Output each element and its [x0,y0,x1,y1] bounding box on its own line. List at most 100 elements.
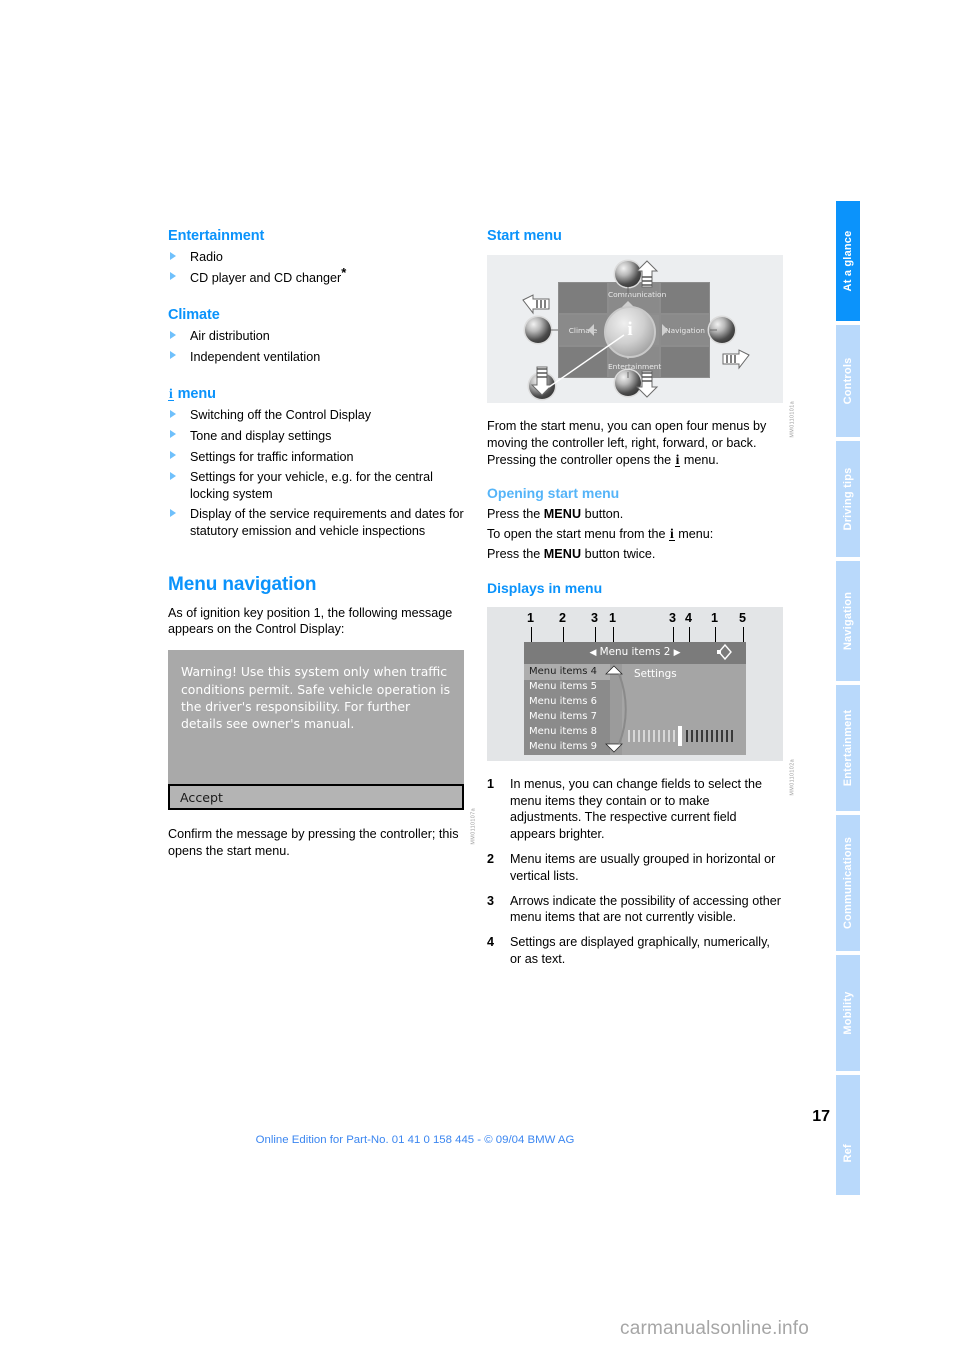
sidebar-tab-controls[interactable]: Controls [836,325,860,437]
triangle-bullet-icon [170,409,176,418]
list-item-label: CD player and CD changer [190,270,342,285]
callout-number: 2 [559,610,567,625]
line-text-a: Press the [487,546,544,561]
left-column: Entertainment Radio CD player and CD cha… [168,228,477,860]
list-item: Settings for traffic information [168,449,464,466]
callout-number: 1 [527,610,535,625]
list-item-label: Display of the service requirements and … [190,507,464,538]
callout-number: 3 [591,610,599,625]
list-item: Radio [168,249,464,266]
direction-arrows [522,260,750,398]
heading-opening-start-menu: Opening start menu [487,485,620,502]
sidebar-tab-driving-tips[interactable]: Driving tips [836,441,860,557]
item-number: 2 [487,851,495,866]
callout-number: 1 [711,610,719,625]
heading-start-menu: Start menu [487,228,562,244]
climate-list: Air distribution Independent ventilation [168,328,464,365]
line-text-b: button. [581,507,624,522]
sidebar-tab-at-a-glance[interactable]: At a glance [836,201,860,321]
triangle-bullet-icon [170,430,176,439]
section-tab-rail: At a glance Controls Driving tips Naviga… [836,201,860,1195]
list-item: Switching off the Control Display [168,407,464,424]
list-item: Air distribution [168,328,464,345]
item-text: In menus, you can change fields to selec… [510,776,763,842]
figure-code: MM0110107a [471,808,477,845]
list-item: Tone and display settings [168,428,464,445]
numbered-list-item: 4 Settings are displayed graphically, nu… [487,934,783,968]
sidebar-tab-mobility[interactable]: Mobility [836,955,860,1071]
heading-displays-in-menu: Displays in menu [487,579,603,596]
figure-code: MM0110102a [790,758,796,796]
entertainment-list: Radio CD player and CD changer* [168,249,464,286]
heading-menu-navigation: Menu navigation [168,573,317,595]
list-item: Settings for your vehicle, e.g. for the … [168,469,464,502]
accept-button-label: Accept [180,790,223,806]
page-number: 17 [812,1108,830,1125]
callout-number: 1 [609,610,617,625]
displays-in-menu-numbered-list: 1 In menus, you can change fields to sel… [487,776,783,968]
line-text-a: Press the [487,507,544,522]
sidebar-tab-label: Communications [842,836,854,930]
sidebar-tab-label: Entertainment [842,709,854,787]
opening-line-2: To open the start menu from the i menu: [487,526,783,543]
heading-i-menu-label: menu [177,386,216,403]
list-item: CD player and CD changer* [168,265,464,287]
i-menu-list: Switching off the Control Display Tone a… [168,407,464,539]
figure-code: MM0110101a [790,401,796,438]
line-text-a: To open the start menu from the [487,527,670,542]
item-number: 1 [487,776,495,791]
menu-navigation-after-figure: Confirm the message by pressing the cont… [168,827,459,858]
heading-i-menu: i menu [168,386,464,402]
sidebar-tab-label: Navigation [842,591,854,651]
menu-button-label: MENU [543,546,582,561]
item-text: Arrows indicate the possibility of acces… [510,893,781,925]
triangle-bullet-icon [170,471,176,480]
item-number: 4 [487,935,495,950]
opening-line-1: Press the MENU button. [487,506,783,523]
list-item: Independent ventilation [168,349,464,366]
sidebar-tab-label: Controls [842,357,854,405]
start-menu-paragraph: From the start menu, you can open four m… [487,418,783,468]
heading-climate: Climate [168,307,220,324]
item-number: 3 [487,893,495,908]
i-menu-icon: i [168,386,174,402]
sidebar-tab-entertainment[interactable]: Entertainment [836,685,860,811]
menu-button-label: MENU [543,507,582,522]
callout-number: 5 [739,610,747,625]
sidebar-tab-label: Driving tips [842,467,854,531]
triangle-bullet-icon [170,351,176,360]
triangle-bullet-icon [170,508,176,517]
numbered-list-item: 3 Arrows indicate the possibility of acc… [487,893,783,927]
figure-control-display-warning: Warning! Use this system only when traff… [168,650,477,845]
figure-start-menu: Communication Climate Navigation Enterta… [487,255,796,438]
menu-navigation-intro: As of ignition key position 1, the follo… [168,605,453,637]
opening-line-3: Press the MENU button twice. [487,546,783,563]
paragraph-text-a: From the start menu, you can open four m… [487,419,767,467]
list-item-label: Radio [190,250,223,264]
footnote-star: * [341,264,347,280]
paragraph-text-b: menu. [680,452,719,467]
control-display-screen: ◀ Menu items 2 ▶ Menu items 4 Menu items… [524,641,746,755]
list-item-label: Settings for traffic information [190,449,354,464]
sidebar-tab-navigation[interactable]: Navigation [836,561,860,681]
sidebar-tab-communications[interactable]: Communications [836,815,860,951]
triangle-bullet-icon [170,451,176,460]
sidebar-tab-label: Mobility [842,991,854,1035]
accept-button[interactable]: Accept [168,784,464,811]
manual-page: At a glance Controls Driving tips Naviga… [0,0,960,1358]
sidebar-tab-label: At a glance [842,230,854,292]
numbered-list-item: 1 In menus, you can change fields to sel… [487,776,783,843]
page-number-bar [841,1104,851,1144]
footer-text: Online Edition for Part-No. 01 41 0 158 … [255,1134,575,1146]
warning-message-text: Warning! Use this system only when traff… [181,664,451,732]
list-item: Display of the service requirements and … [168,506,464,539]
list-item-label: Switching off the Control Display [190,408,372,423]
item-text: Menu items are usually grouped in horizo… [510,851,776,883]
list-item-label: Tone and display settings [190,428,332,443]
controller-direction-icon [717,643,732,660]
callout-number: 4 [685,610,693,625]
line-text-b: button twice. [581,546,656,561]
callout-number: 3 [669,610,677,625]
list-item-label: Independent ventilation [190,349,321,364]
triangle-bullet-icon [170,330,176,339]
